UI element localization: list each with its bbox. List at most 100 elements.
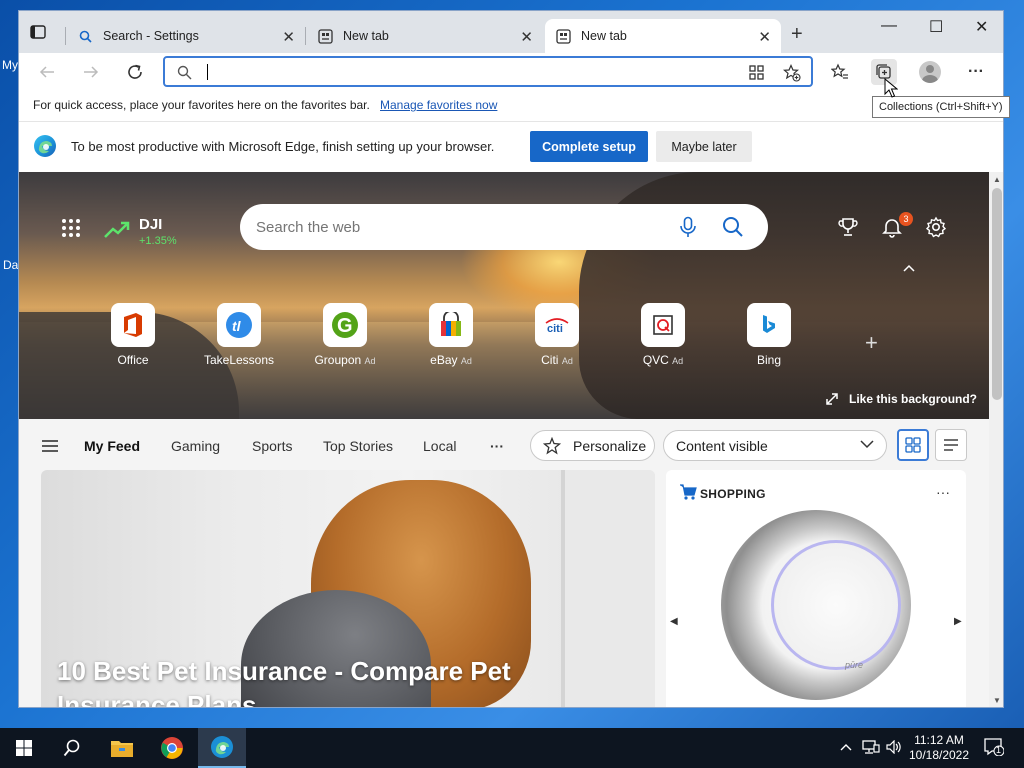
close-window-button[interactable]: ✕ — [975, 17, 988, 37]
quick-link-office[interactable]: Office — [93, 303, 173, 367]
taskbar-search-button[interactable] — [48, 728, 96, 768]
news-card-pet-insurance[interactable]: 10 Best Pet Insurance - Compare Pet Insu… — [41, 470, 655, 708]
tab-title: New tab — [343, 29, 389, 43]
favorites-button[interactable] — [827, 59, 853, 85]
quick-link-qvc[interactable]: QVC Ad — [623, 303, 703, 367]
grid-view-button[interactable] — [897, 429, 929, 461]
rewards-trophy-icon[interactable] — [837, 216, 859, 238]
settings-more-button[interactable]: ··· — [963, 59, 989, 85]
desktop-icon-label[interactable]: Da — [3, 258, 18, 272]
mouse-cursor-icon — [884, 78, 898, 98]
app-available-icon[interactable] — [749, 65, 764, 80]
browser-window: Search - Settings ✕ New tab ✕ New tab ✕ … — [18, 10, 1004, 708]
svg-text:tl: tl — [232, 318, 242, 334]
ad-label: Ad — [364, 356, 376, 366]
expand-arrows-icon — [826, 393, 838, 405]
menu-hamburger-icon[interactable] — [41, 439, 59, 453]
feed-tab-my-feed[interactable]: My Feed — [84, 438, 140, 454]
network-icon[interactable] — [862, 740, 880, 757]
web-search-box[interactable] — [240, 204, 768, 250]
tab-search-settings[interactable]: Search - Settings ✕ — [67, 19, 305, 53]
desktop-icon-label[interactable]: My — [2, 58, 18, 72]
search-icon[interactable] — [722, 216, 744, 238]
personalize-button[interactable]: Personalize — [530, 430, 655, 461]
add-favorite-icon[interactable] — [783, 64, 801, 82]
feed-tab-sports[interactable]: Sports — [252, 438, 292, 454]
ebay-logo-icon — [429, 303, 473, 347]
scroll-down-icon[interactable]: ▼ — [993, 696, 1001, 705]
ad-label: Ad — [460, 356, 472, 366]
forward-button[interactable] — [79, 60, 103, 84]
page-settings-gear-icon[interactable] — [925, 216, 947, 238]
web-search-input[interactable] — [256, 217, 656, 237]
add-shortcut-icon[interactable]: + — [865, 330, 878, 356]
profile-avatar[interactable] — [919, 61, 941, 83]
like-background-button[interactable]: Like this background? — [825, 392, 977, 406]
start-button[interactable] — [0, 728, 48, 768]
volume-icon[interactable] — [886, 739, 902, 757]
office-logo-icon — [111, 303, 155, 347]
quick-link-takelessons[interactable]: tl TakeLessons — [199, 303, 279, 367]
quick-link-groupon[interactable]: G Groupon Ad — [305, 303, 385, 367]
taskbar-edge[interactable] — [198, 728, 246, 768]
manage-favorites-link[interactable]: Manage favorites now — [380, 98, 497, 112]
browser-toolbar: ··· — [19, 53, 1003, 91]
taskbar-clock[interactable]: 11:12 AM 10/18/2022 — [906, 733, 972, 763]
svg-text:citi: citi — [547, 323, 563, 335]
clock-time: 11:12 AM — [914, 733, 964, 747]
list-view-button[interactable] — [935, 429, 967, 461]
product-image-air-purifier[interactable]: pūre — [721, 510, 911, 700]
scrollbar-thumb[interactable] — [992, 188, 1002, 400]
tray-chevron-up-icon[interactable] — [840, 740, 852, 754]
quick-link-citi[interactable]: citi Citi Ad — [517, 303, 597, 367]
quick-link-bing[interactable]: Bing — [729, 303, 809, 367]
close-icon[interactable]: ✕ — [282, 28, 295, 46]
new-tab-button[interactable]: + — [791, 23, 803, 46]
list-view-icon — [944, 439, 958, 451]
back-button[interactable] — [35, 60, 59, 84]
citi-logo-icon: citi — [535, 303, 579, 347]
feed-more-button[interactable]: ··· — [490, 438, 504, 454]
feed-tab-local[interactable]: Local — [423, 438, 456, 454]
carousel-prev-icon[interactable]: ◀ — [670, 616, 678, 627]
card-headline: 10 Best Pet Insurance - Compare Pet Insu… — [57, 656, 511, 708]
chevron-up-icon[interactable] — [903, 264, 915, 272]
shopping-card[interactable]: SHOPPING ··· ◀ ▶ pūre — [666, 470, 966, 707]
carousel-next-icon[interactable]: ▶ — [954, 616, 962, 627]
notification-count: 1 — [996, 745, 1002, 755]
groupon-logo-icon: G — [323, 303, 367, 347]
card-more-button[interactable]: ··· — [936, 484, 950, 500]
content-visibility-value: Content visible — [676, 438, 768, 454]
grid-view-icon — [905, 437, 921, 453]
takelessons-logo-icon: tl — [217, 303, 261, 347]
close-icon[interactable]: ✕ — [758, 28, 771, 46]
quick-link-ebay[interactable]: eBay Ad — [411, 303, 491, 367]
tab-bar: Search - Settings ✕ New tab ✕ New tab ✕ … — [19, 11, 1003, 53]
close-icon[interactable]: ✕ — [520, 28, 533, 46]
action-center-button[interactable]: 1 — [984, 738, 1005, 759]
content-visibility-select[interactable]: Content visible — [663, 430, 887, 461]
sparkle-star-icon — [543, 436, 561, 454]
tab-actions-icon[interactable] — [29, 23, 47, 41]
microphone-icon[interactable] — [678, 216, 698, 238]
page-scrollbar[interactable]: ▲ ▼ — [989, 172, 1003, 707]
scroll-up-icon[interactable]: ▲ — [993, 175, 1001, 184]
maybe-later-button[interactable]: Maybe later — [656, 131, 752, 162]
favorites-bar-hint: For quick access, place your favorites h… — [33, 98, 370, 112]
app-launcher-icon[interactable] — [61, 218, 81, 238]
tab-title: Search - Settings — [103, 29, 199, 43]
search-icon — [77, 28, 93, 44]
complete-setup-button[interactable]: Complete setup — [530, 131, 648, 162]
feed-tab-top-stories[interactable]: Top Stories — [323, 438, 393, 454]
taskbar-chrome[interactable] — [148, 728, 196, 768]
address-input[interactable] — [205, 63, 725, 81]
taskbar-file-explorer[interactable] — [98, 728, 146, 768]
setup-message: To be most productive with Microsoft Edg… — [71, 139, 495, 154]
tab-new-tab-active[interactable]: New tab ✕ — [545, 19, 781, 53]
feed-tab-gaming[interactable]: Gaming — [171, 438, 220, 454]
tab-new-tab[interactable]: New tab ✕ — [307, 19, 543, 53]
address-bar[interactable] — [163, 56, 813, 87]
maximize-button[interactable]: ☐ — [929, 17, 943, 37]
refresh-button[interactable] — [123, 60, 147, 84]
minimize-button[interactable]: — — [881, 17, 897, 35]
